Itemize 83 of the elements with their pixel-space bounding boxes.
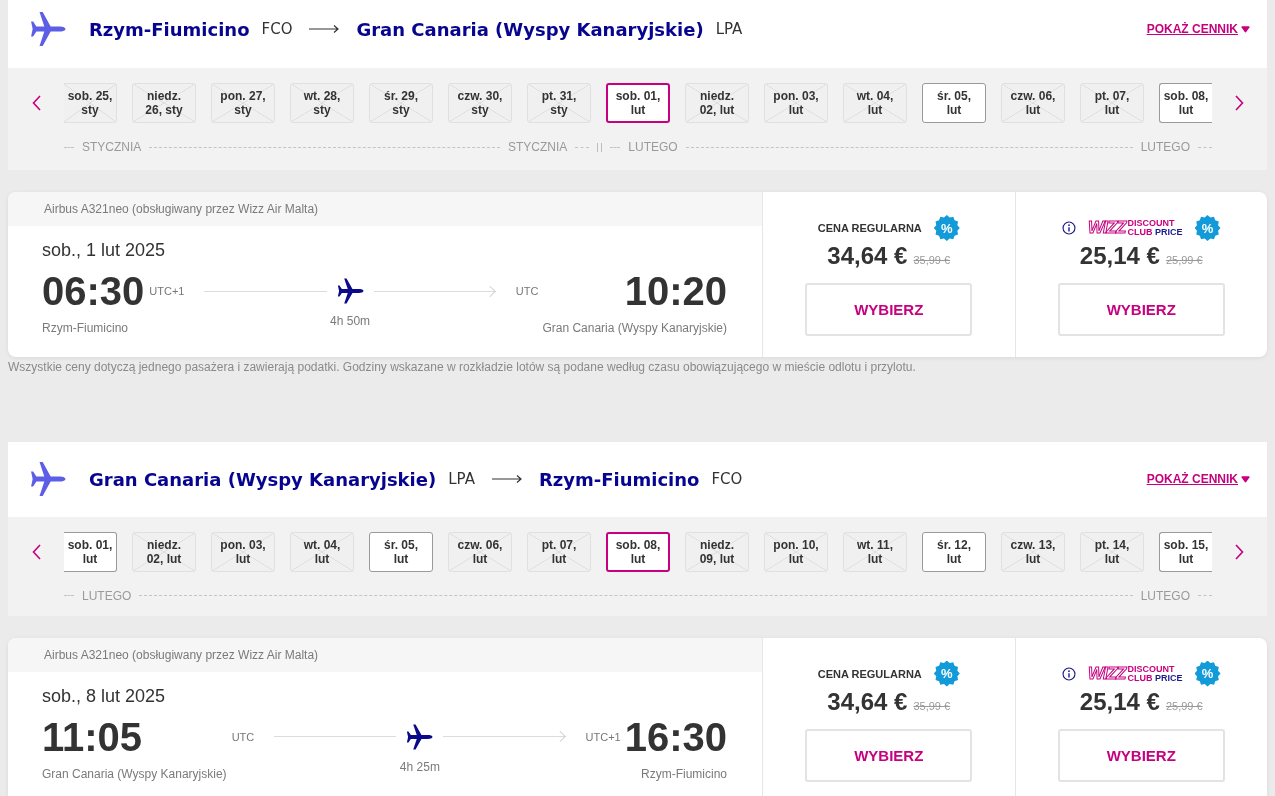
fare-price: 25,14 € xyxy=(1079,242,1160,270)
chevron-left-icon xyxy=(31,95,41,111)
select-button[interactable]: WYBIERZ xyxy=(805,283,973,336)
date-button[interactable]: sob. 01, lut xyxy=(606,83,670,123)
logo-tagline: DISCOUNT CLUB PRICE xyxy=(1127,219,1183,237)
flight-date: sob., 8 lut 2025 xyxy=(42,685,166,706)
airplane-icon xyxy=(406,723,434,750)
arrow-right-icon xyxy=(491,474,522,485)
select-button[interactable]: WYBIERZ xyxy=(805,728,973,782)
arrowhead-icon xyxy=(488,284,496,298)
next-dates-button[interactable] xyxy=(1233,93,1246,113)
price-note: Wszystkie ceny dotyczą jednego pasażera i zawierają podatki. Godziny wskazane w rozkładzie lotów są podane według czasu obowiązującego w mieście odlotu i przylotu. xyxy=(8,360,916,374)
caret-down-icon xyxy=(1241,475,1250,483)
departure-airport: Rzym-Fiumicino xyxy=(42,320,129,336)
show-price-list-link[interactable]: POKAŻ CENNIK xyxy=(1146,22,1250,36)
discount-badge: % xyxy=(933,660,960,687)
timezone-label: UTC+1 xyxy=(149,285,185,297)
discount-badge: % xyxy=(1194,660,1221,687)
airport-code: LPA xyxy=(448,470,475,489)
departure-time: 11:05 xyxy=(42,714,144,759)
chevron-right-icon xyxy=(1235,543,1244,560)
select-button[interactable]: WYBIERZ xyxy=(1057,728,1225,782)
old-price: 35,99 € xyxy=(913,699,951,712)
date-button[interactable]: sob. 15, lut xyxy=(1159,531,1212,572)
airplane-icon xyxy=(30,11,66,47)
month-label: LUTEGO xyxy=(82,588,132,603)
month-label: STYCZNIA xyxy=(82,140,142,154)
airport-code: FCO xyxy=(711,470,743,489)
origin-city: Rzym-Fiumicino xyxy=(89,18,250,40)
old-price: 25,99 € xyxy=(1165,699,1203,712)
logo-tagline: DISCOUNT CLUB PRICE xyxy=(1127,664,1183,683)
logo-wordmark: WIZZ xyxy=(1087,664,1126,683)
info-icon[interactable] xyxy=(1061,666,1076,681)
month-label: STYCZNIA xyxy=(508,140,568,154)
month-label: LUTEGO xyxy=(628,140,678,154)
airplane-icon xyxy=(30,461,66,498)
flight-duration: 4h 50m xyxy=(330,313,371,329)
flight-date: sob., 1 lut 2025 xyxy=(42,240,166,260)
month-label: LUTEGO xyxy=(1140,140,1190,154)
arrival-time: 10:20 xyxy=(624,269,727,313)
airport-code: FCO xyxy=(261,20,293,38)
timezone-label: UTC xyxy=(231,730,255,743)
aircraft-info: Airbus A321neo (obsługiwany przez Wizz Air Malta) xyxy=(44,647,319,662)
select-button[interactable]: WYBIERZ xyxy=(1057,283,1225,336)
show-price-list-link[interactable]: POKAŻ CENNIK xyxy=(1146,472,1250,487)
fare-label: CENA REGULARNA xyxy=(817,667,922,680)
chevron-left-icon xyxy=(31,543,41,560)
timezone-label: UTC+1 xyxy=(585,730,621,743)
timezone-label: UTC xyxy=(515,285,539,297)
aircraft-info: Airbus A321neo (obsługiwany przez Wizz Air Malta) xyxy=(44,202,319,216)
arrow-right-icon xyxy=(309,24,340,34)
old-price: 25,99 € xyxy=(1165,254,1203,266)
arrowhead-icon xyxy=(558,730,566,743)
previous-dates-button[interactable] xyxy=(30,93,42,113)
destination-city: Rzym-Fiumicino xyxy=(538,468,700,490)
arrival-airport: Gran Canaria (Wyspy Kanaryjskie) xyxy=(542,320,727,336)
destination-city: Gran Canaria (Wyspy Kanaryjskie) xyxy=(356,18,704,40)
chevron-right-icon xyxy=(1235,95,1244,111)
old-price: 35,99 € xyxy=(913,254,951,266)
date-button[interactable]: sob. 01, lut xyxy=(64,531,117,572)
discount-badge: % xyxy=(1194,215,1221,241)
fare-price: 25,14 € xyxy=(1079,687,1160,716)
date-button[interactable]: śr. 12, lut xyxy=(922,531,986,572)
departure-airport: Gran Canaria (Wyspy Kanaryjskie) xyxy=(42,765,227,782)
month-label: LUTEGO xyxy=(1140,588,1190,603)
discount-badge: % xyxy=(933,215,960,241)
airport-code: LPA xyxy=(715,20,743,38)
fare-label: CENA REGULARNA xyxy=(817,222,922,234)
date-button[interactable]: śr. 05, lut xyxy=(922,83,986,123)
arrival-time: 16:30 xyxy=(624,714,727,759)
info-icon[interactable] xyxy=(1061,221,1076,235)
departure-time: 06:30 xyxy=(42,269,145,313)
caret-down-icon xyxy=(1241,25,1250,33)
arrival-airport: Rzym-Fiumicino xyxy=(641,765,727,782)
date-button[interactable]: śr. 05, lut xyxy=(369,531,433,572)
date-button[interactable]: sob. 08, lut xyxy=(1159,83,1212,123)
origin-city: Gran Canaria (Wyspy Kanaryjskie) xyxy=(89,468,437,490)
flight-duration: 4h 25m xyxy=(399,758,440,775)
airplane-icon xyxy=(336,278,364,304)
date-button[interactable]: sob. 08, lut xyxy=(606,531,670,572)
logo-wordmark: WIZZ xyxy=(1087,219,1126,237)
fare-price: 34,64 € xyxy=(827,242,908,270)
fare-price: 34,64 € xyxy=(827,687,908,716)
